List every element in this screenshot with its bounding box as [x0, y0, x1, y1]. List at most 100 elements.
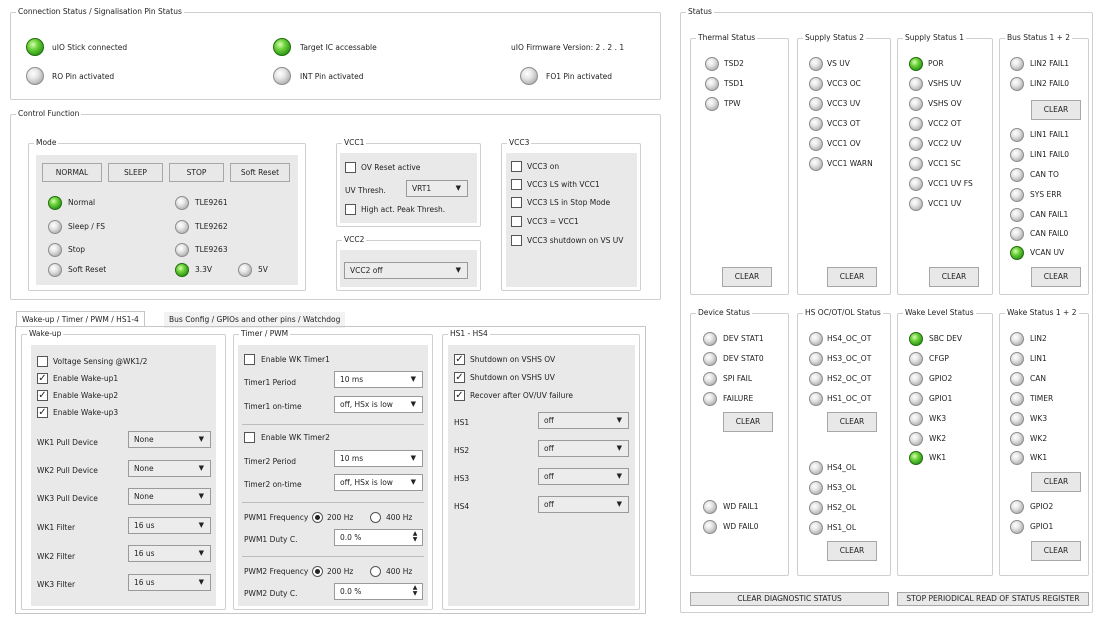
- wake-top-clear-button[interactable]: CLEAR: [1031, 472, 1081, 492]
- hs-ocotol-title: HS OC/OT/OL Status: [803, 308, 883, 318]
- int-pin-led: [273, 67, 291, 85]
- stop-button[interactable]: STOP: [169, 163, 224, 182]
- wk1-filter-select[interactable]: 16 us ▼: [128, 517, 211, 534]
- chevron-down-icon: ▼: [198, 435, 204, 443]
- enable-wakeup2-checkbox[interactable]: ✓: [37, 390, 48, 401]
- ws-wk3-label: WK3: [1030, 414, 1048, 423]
- enable-wakeup3-checkbox[interactable]: ✓: [37, 407, 48, 418]
- wk1-filter-value: 16 us: [134, 521, 155, 530]
- target-ic-led: [273, 38, 291, 56]
- device-clear-button[interactable]: CLEAR: [723, 412, 773, 432]
- hs4-select[interactable]: off ▼: [538, 496, 629, 513]
- timer1-ontime-select[interactable]: off, HSx is low ▼: [334, 396, 423, 413]
- timer1-period-select[interactable]: 10 ms ▼: [334, 371, 423, 388]
- spinner-arrows-icon[interactable]: ▲ ▼: [409, 531, 421, 544]
- timer2-ontime-select[interactable]: off, HSx is low ▼: [334, 474, 423, 491]
- hs2-select[interactable]: off ▼: [538, 440, 629, 457]
- voltage-sensing-checkbox[interactable]: [37, 356, 48, 367]
- lin1-fail0-label: LIN1 FAIL0: [1030, 150, 1070, 159]
- firmware-version: uIO Firmware Version: 2 . 2 . 1: [511, 43, 625, 52]
- vcc2-select[interactable]: VCC2 off ▼: [344, 262, 468, 279]
- pwm2-duty-input[interactable]: 0.0 % ▲ ▼: [334, 583, 423, 600]
- wk2-pull-select[interactable]: None ▼: [128, 460, 211, 477]
- spinner-arrows-icon[interactable]: ▲ ▼: [409, 585, 421, 598]
- chevron-down-icon: ▼: [410, 400, 416, 408]
- hs4-ol-led: [809, 461, 823, 475]
- ws-gpio2-label: GPIO2: [1030, 502, 1054, 511]
- vcc3-eq-vcc1-checkbox[interactable]: [511, 216, 522, 227]
- high-peak-checkbox[interactable]: [345, 204, 356, 215]
- spi-fail-led: [703, 372, 717, 386]
- wk3-pull-select[interactable]: None ▼: [128, 488, 211, 505]
- hs3-oc-ot-label: HS3_OC_OT: [827, 354, 872, 363]
- ov-reset-checkbox[interactable]: [345, 162, 356, 173]
- vcc2-uv-label: VCC2 UV: [928, 139, 962, 148]
- vcc3-ot-led: [809, 117, 823, 131]
- vcc3-ls-stop-checkbox[interactable]: [511, 197, 522, 208]
- wk3-filter-select[interactable]: 16 us ▼: [128, 574, 211, 591]
- chevron-down-icon: ▼: [455, 266, 461, 274]
- recover-checkbox[interactable]: ✓: [454, 390, 465, 401]
- supply1-clear-button[interactable]: CLEAR: [929, 267, 979, 287]
- vcc1-uv-fs-label: VCC1 UV FS: [928, 179, 973, 188]
- chevron-down-icon: ▼: [198, 492, 204, 500]
- enable-timer2-checkbox[interactable]: [244, 432, 255, 443]
- timer1-period-label: Timer1 Period: [244, 378, 296, 387]
- wk2-filter-select[interactable]: 16 us ▼: [128, 545, 211, 562]
- vcc3-shutdown-checkbox[interactable]: [511, 235, 522, 246]
- uv-thresh-select[interactable]: VRT1 ▼: [406, 180, 468, 197]
- hsoc-bottom-clear-button[interactable]: CLEAR: [827, 541, 877, 561]
- thermal-status-title: Thermal Status: [696, 33, 758, 43]
- cfgp-label: CFGP: [929, 354, 949, 363]
- chevron-down-icon: ▼: [198, 521, 204, 529]
- stop-periodical-read-button[interactable]: STOP PERIODICAL READ OF STATUS REGISTER: [897, 592, 1089, 606]
- pwm2-400hz-radio[interactable]: [370, 566, 381, 577]
- wl-wk2-led: [909, 432, 923, 446]
- soft-reset-button[interactable]: Soft Reset: [230, 163, 290, 182]
- tpw-led: [705, 97, 719, 111]
- normal-button[interactable]: NORMAL: [42, 163, 102, 182]
- enable-wakeup3-label: Enable Wake-up3: [53, 408, 119, 417]
- wk1-pull-select[interactable]: None ▼: [128, 431, 211, 448]
- enable-timer1-checkbox[interactable]: [244, 354, 255, 365]
- pwm1-400hz-radio[interactable]: [370, 512, 381, 523]
- sleep-button[interactable]: SLEEP: [108, 163, 163, 182]
- thermal-clear-button[interactable]: CLEAR: [722, 267, 772, 287]
- pwm2-duty-label: PWM2 Duty C.: [244, 589, 298, 598]
- timer2-ontime-label: Timer2 on-time: [244, 480, 302, 489]
- ws-timer-label: TIMER: [1030, 394, 1054, 403]
- shutdown-uv-checkbox[interactable]: ✓: [454, 372, 465, 383]
- timer2-period-select[interactable]: 10 ms ▼: [334, 450, 423, 467]
- fo1-pin-label: FO1 Pin activated: [546, 72, 613, 81]
- wd-fail0-led: [703, 520, 717, 534]
- vcc1-ov-label: VCC1 OV: [827, 139, 861, 148]
- wakeup-title: Wake-up: [27, 329, 64, 339]
- can-to-label: CAN TO: [1030, 170, 1059, 179]
- pwm1-duty-input[interactable]: 0.0 % ▲ ▼: [334, 529, 423, 546]
- spi-fail-label: SPI FAIL: [723, 374, 753, 383]
- vshs-uv-label: VSHS UV: [928, 79, 962, 88]
- shutdown-ov-checkbox[interactable]: ✓: [454, 354, 465, 365]
- shutdown-ov-label: Shutdown on VSHS OV: [470, 355, 556, 364]
- hsoc-top-clear-button[interactable]: CLEAR: [827, 412, 877, 432]
- wake-bottom-clear-button[interactable]: CLEAR: [1031, 541, 1081, 561]
- bus-top-clear-button[interactable]: CLEAR: [1031, 100, 1081, 120]
- supply2-clear-button[interactable]: CLEAR: [827, 267, 877, 287]
- vcc1-uv-fs-led: [909, 177, 923, 191]
- vcc3-ls-vcc1-checkbox[interactable]: [511, 179, 522, 190]
- tab-wakeup-timer[interactable]: Wake-up / Timer / PWM / HS1-4: [16, 311, 145, 327]
- ws-wk1-led: [1010, 451, 1024, 465]
- enable-wakeup1-checkbox[interactable]: ✓: [37, 373, 48, 384]
- pwm2-200hz-radio[interactable]: [312, 566, 323, 577]
- hs4-oc-ot-label: HS4_OC_OT: [827, 334, 872, 343]
- vcc3-on-checkbox[interactable]: [511, 161, 522, 172]
- vshs-ov-led: [909, 97, 923, 111]
- shutdown-uv-label: Shutdown on VSHS UV: [470, 373, 555, 382]
- bus-bottom-clear-button[interactable]: CLEAR: [1031, 267, 1081, 287]
- hs3-select[interactable]: off ▼: [538, 468, 629, 485]
- hs1-select[interactable]: off ▼: [538, 412, 629, 429]
- bus-status-title: Bus Status 1 + 2: [1005, 33, 1073, 43]
- voltage-sensing-label: Voltage Sensing @WK1/2: [53, 357, 148, 366]
- pwm1-200hz-radio[interactable]: [312, 512, 323, 523]
- clear-diagnostic-status-button[interactable]: CLEAR DIAGNOSTIC STATUS: [690, 592, 889, 606]
